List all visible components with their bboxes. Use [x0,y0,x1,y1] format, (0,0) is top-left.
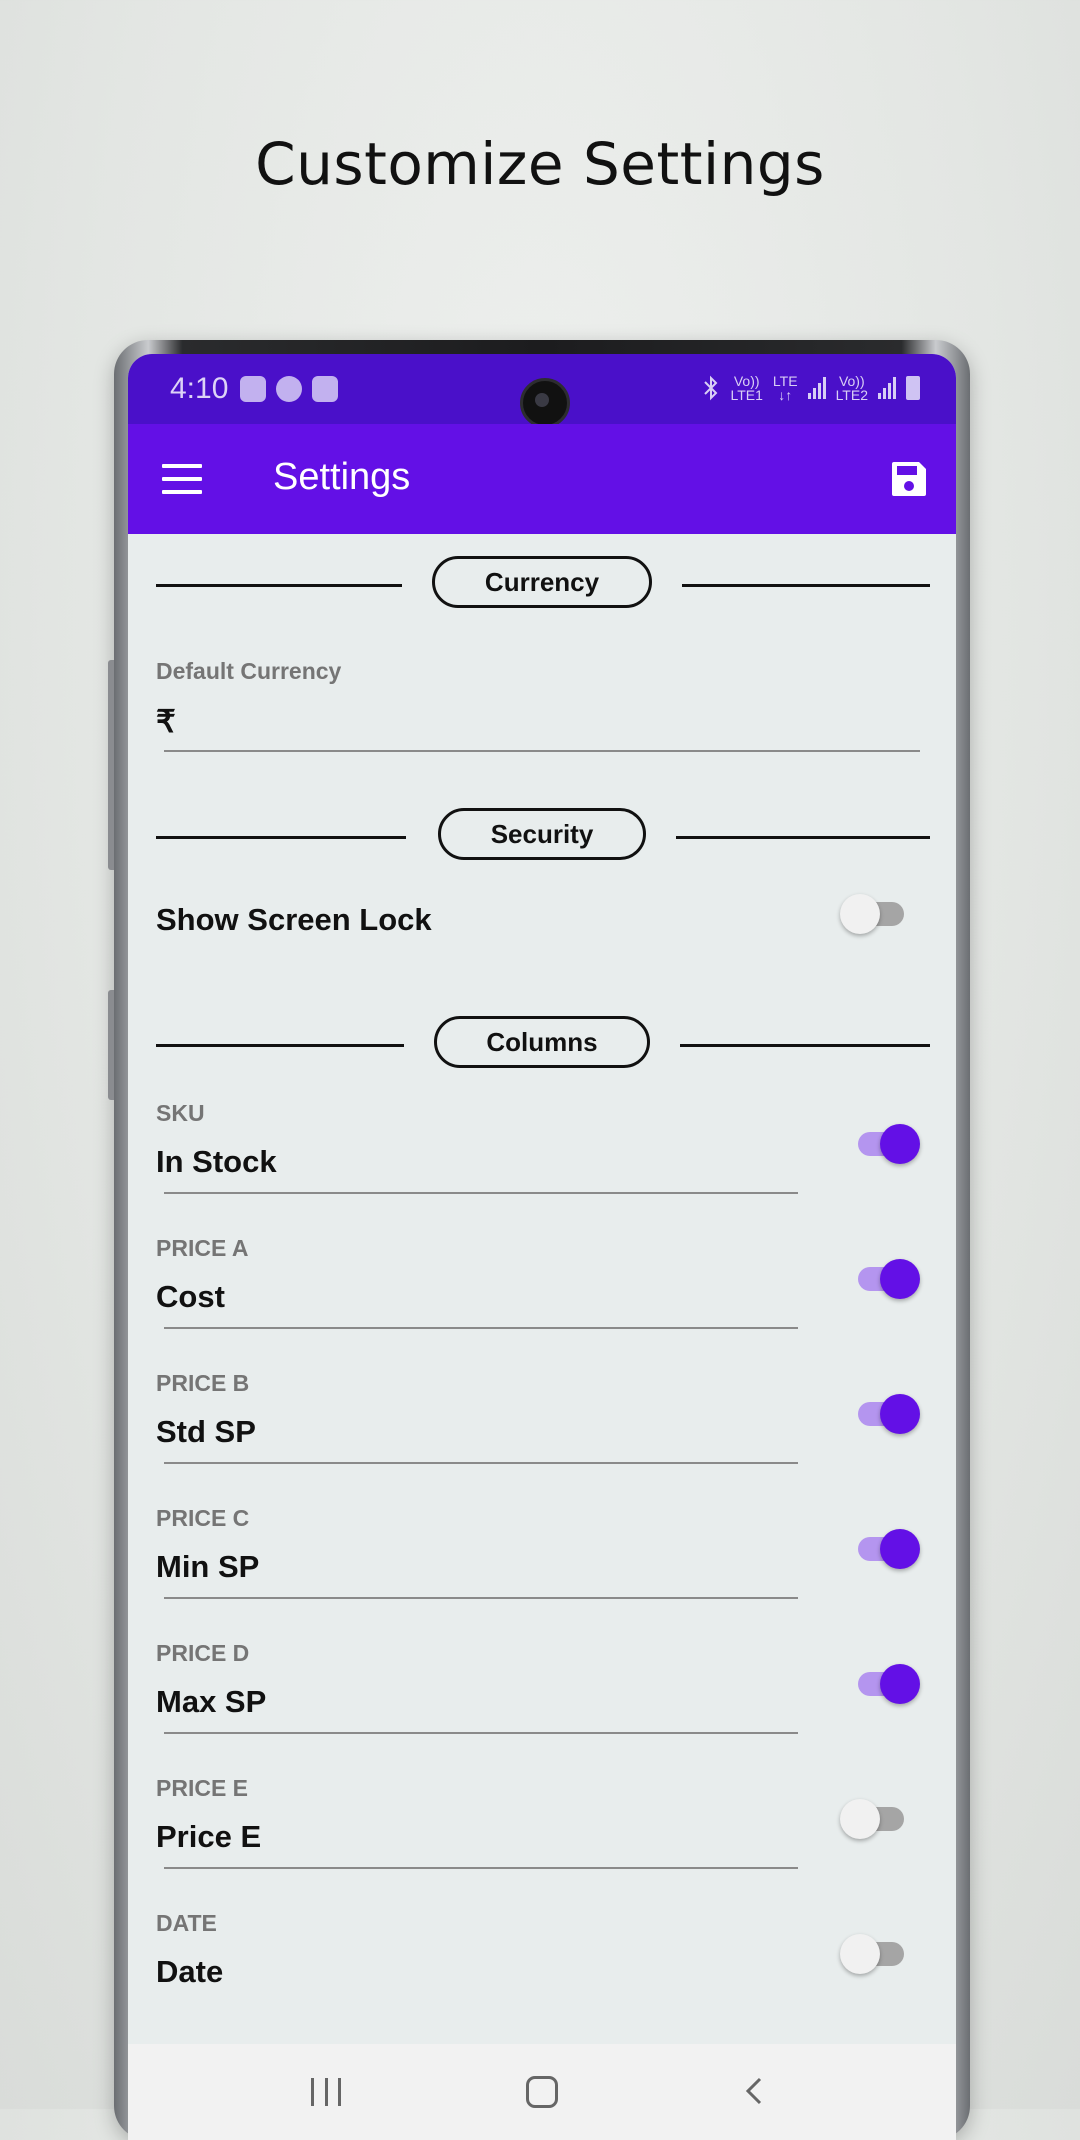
column-visibility-toggle[interactable] [840,1932,904,1974]
phone-frame: 4:10 Vo)) LTE1 LTE ↓↑ Vo)) LTE2 Settings… [108,340,970,2140]
section-title-columns: Columns [434,1016,650,1068]
save-icon[interactable] [890,460,928,498]
battery-icon [906,376,920,400]
column-label: PRICE A [156,1235,249,1261]
page-title: Settings [273,456,411,498]
bluetooth-icon [704,375,718,401]
menu-icon[interactable] [162,464,202,494]
home-icon[interactable] [526,2076,558,2108]
column-label: PRICE C [156,1505,250,1531]
back-icon[interactable] [740,2076,770,2106]
show-screen-lock-label: Show Screen Lock [156,902,432,937]
promo-title: Customize Settings [255,130,825,198]
wifi-hotspot-icon [312,376,338,402]
column-visibility-toggle[interactable] [854,1392,920,1434]
column-visibility-toggle[interactable] [854,1662,920,1704]
recent-apps-icon[interactable] [311,2078,341,2106]
column-input-underline [164,1732,798,1734]
signal-icon-2 [878,377,896,399]
data-arrows-icon: ↓↑ [778,387,793,403]
lte-indicator: LTE ↓↑ [773,374,798,402]
currency-input-underline [164,750,920,752]
status-right-icons: Vo)) LTE1 LTE ↓↑ Vo)) LTE2 [702,374,920,402]
column-visibility-toggle[interactable] [840,1797,904,1839]
section-header-security: Security [156,808,930,868]
sim2-lte-label: LTE2 [835,387,868,403]
sim1-volte-label: Vo)) [733,373,760,389]
section-title-security: Security [438,808,646,860]
section-title-currency: Currency [432,556,652,608]
music-icon [276,376,302,402]
notification-icons [240,376,338,402]
column-name-input[interactable]: Min SP [156,1549,259,1585]
section-header-columns: Columns [156,1016,930,1076]
app-bar: Settings [128,424,956,534]
column-input-underline [164,1597,798,1599]
column-visibility-toggle[interactable] [854,1527,920,1569]
sim1-lte-label: LTE1 [730,387,763,403]
front-camera [520,378,570,428]
sim2-volte-label: Vo)) [838,373,865,389]
default-currency-label: Default Currency [156,658,342,684]
status-time: 4:10 [170,372,229,405]
column-input-underline [164,1192,798,1194]
column-name-input[interactable]: Price E [156,1819,261,1855]
status-bar: 4:10 Vo)) LTE1 LTE ↓↑ Vo)) LTE2 [128,354,956,428]
column-name-input[interactable]: In Stock [156,1144,277,1180]
navigation-bar [128,2044,956,2140]
column-label: DATE [156,1910,217,1936]
column-input-underline [164,1867,798,1869]
notification-app-icon [240,376,266,402]
column-name-input[interactable]: Std SP [156,1414,256,1450]
show-screen-lock-toggle[interactable] [840,892,904,934]
settings-content: Currency Default Currency ₹ Security Sho… [128,534,956,1994]
column-label: PRICE B [156,1370,250,1396]
column-name-input[interactable]: Max SP [156,1684,266,1720]
column-name-input[interactable]: Cost [156,1279,225,1315]
column-input-underline [164,1462,798,1464]
sim2-indicator: Vo)) LTE2 [836,374,868,402]
column-visibility-toggle[interactable] [854,1122,920,1164]
lte-label: LTE [772,373,798,389]
column-label: PRICE E [156,1775,249,1801]
default-currency-input[interactable]: ₹ [156,704,176,740]
column-input-underline [164,1327,798,1329]
column-visibility-toggle[interactable] [854,1257,920,1299]
signal-icon-1 [807,377,826,399]
column-label: PRICE D [156,1640,250,1666]
section-header-currency: Currency [156,556,930,616]
phone-screen: 4:10 Vo)) LTE1 LTE ↓↑ Vo)) LTE2 Settings… [128,354,956,2140]
power-button [108,990,114,1100]
sim1-indicator: Vo)) LTE1 [730,374,762,402]
column-label: SKU [156,1100,205,1126]
column-name-input[interactable]: Date [156,1954,223,1990]
volume-button [108,660,114,870]
